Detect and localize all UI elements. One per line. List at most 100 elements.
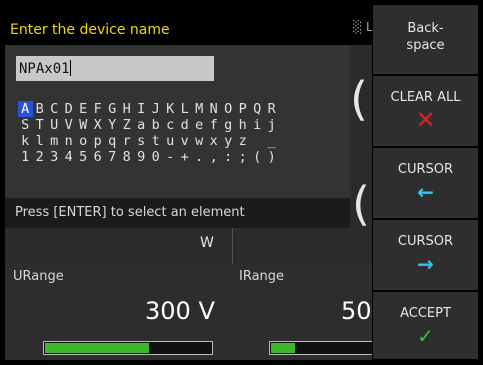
charmap-char[interactable]: H	[120, 101, 135, 117]
charmap-char[interactable]: Z	[120, 117, 135, 133]
charmap-char[interactable]: +	[178, 149, 193, 165]
charmap-char[interactable]: h	[236, 117, 251, 133]
charmap-char[interactable]: i	[250, 117, 265, 133]
charmap-char[interactable]: N	[207, 101, 222, 117]
charmap-char[interactable]: G	[105, 101, 120, 117]
device-name-dialog: Enter the device name NPAx01 ABCDEFGHIJK…	[5, 5, 350, 228]
charmap-char[interactable]: M	[192, 101, 207, 117]
charmap-char[interactable]: 3	[47, 149, 62, 165]
charmap-char[interactable]: B	[33, 101, 48, 117]
arrow-right-icon: →	[417, 252, 434, 276]
charmap-char[interactable]: w	[192, 133, 207, 149]
urange-label: URange	[13, 269, 64, 284]
charmap-char[interactable]: I	[134, 101, 149, 117]
charmap-char[interactable]: p	[91, 133, 106, 149]
charmap-char[interactable]: d	[178, 117, 193, 133]
cursor-right-softkey[interactable]: CURSOR →	[372, 220, 478, 291]
unit-label: W	[200, 235, 214, 251]
charmap-char[interactable]: 0	[149, 149, 164, 165]
clear-all-label: CLEAR ALL	[390, 90, 461, 105]
charmap-char[interactable]: n	[62, 133, 77, 149]
charmap-char[interactable]: ,	[207, 149, 222, 165]
charmap-char[interactable]: o	[76, 133, 91, 149]
cursor-right-label: CURSOR	[397, 234, 454, 249]
charmap-char[interactable]: R	[265, 101, 280, 117]
header-fragment: ░ L	[353, 20, 373, 34]
charmap-char[interactable]: J	[149, 101, 164, 117]
charmap-char[interactable]: O	[221, 101, 236, 117]
cursor-left-label: CURSOR	[397, 162, 454, 177]
charmap-char[interactable]: 4	[62, 149, 77, 165]
charmap-char[interactable]: (	[250, 149, 265, 165]
backspace-label: Back-space	[406, 21, 445, 53]
charmap-char[interactable]: z	[236, 133, 251, 149]
charmap-row: STUVWXYZabcdefghij	[18, 117, 279, 133]
clear-all-softkey[interactable]: CLEAR ALL ✕	[372, 76, 478, 147]
charmap-char[interactable]: X	[91, 117, 106, 133]
urange-bar	[43, 341, 213, 355]
irange-value: 50	[341, 297, 372, 325]
charmap-char[interactable]: -	[163, 149, 178, 165]
softkey-column: Back-space CLEAR ALL ✕ CURSOR ← CURSOR →…	[372, 5, 478, 360]
charmap-char[interactable]: ;	[236, 149, 251, 165]
charmap-char[interactable]: j	[265, 117, 280, 133]
charmap-char[interactable]: c	[163, 117, 178, 133]
accept-softkey[interactable]: ACCEPT ✓	[372, 292, 478, 360]
charmap-char[interactable]: r	[120, 133, 135, 149]
charmap-char[interactable]: 5	[76, 149, 91, 165]
charmap-char[interactable]: T	[33, 117, 48, 133]
charmap-char[interactable]: K	[163, 101, 178, 117]
charmap-char[interactable]: P	[236, 101, 251, 117]
charmap-char[interactable]	[250, 133, 265, 149]
charmap-char[interactable]: m	[47, 133, 62, 149]
device-name-input[interactable]: NPAx01	[16, 56, 214, 81]
charmap-char[interactable]: 8	[120, 149, 135, 165]
charmap-char[interactable]: s	[134, 133, 149, 149]
charmap-char[interactable]: U	[47, 117, 62, 133]
device-name-value: NPAx01	[19, 61, 70, 77]
charmap-char[interactable]: D	[62, 101, 77, 117]
charmap-char[interactable]: Y	[105, 117, 120, 133]
charmap-char[interactable]: Q	[250, 101, 265, 117]
charmap-char[interactable]: 9	[134, 149, 149, 165]
charmap-char[interactable]: k	[18, 133, 33, 149]
charmap-char[interactable]: x	[207, 133, 222, 149]
charmap-char[interactable]: 7	[105, 149, 120, 165]
charmap-char[interactable]: A	[18, 101, 33, 117]
check-icon: ✓	[417, 324, 434, 348]
charmap-char[interactable]: )	[265, 149, 280, 165]
charmap-char[interactable]: E	[76, 101, 91, 117]
cursor-left-softkey[interactable]: CURSOR ←	[372, 148, 478, 219]
charmap-char[interactable]: u	[163, 133, 178, 149]
charmap-char[interactable]: 6	[91, 149, 106, 165]
charmap-row: klmnopqrstuvwxyz _	[18, 133, 279, 149]
charmap-char[interactable]: g	[221, 117, 236, 133]
charmap-char[interactable]: :	[221, 149, 236, 165]
dialog-title: Enter the device name	[10, 22, 170, 38]
charmap-char[interactable]: a	[134, 117, 149, 133]
charmap-char[interactable]: f	[207, 117, 222, 133]
charmap-char[interactable]: W	[76, 117, 91, 133]
charmap-char[interactable]: S	[18, 117, 33, 133]
charmap-char[interactable]: t	[149, 133, 164, 149]
charmap-char[interactable]: _	[265, 133, 280, 149]
value-fragment: (	[350, 72, 368, 126]
charmap-char[interactable]: 1	[18, 149, 33, 165]
charmap-char[interactable]: L	[178, 101, 193, 117]
dialog-hint: Press [ENTER] to select an element	[5, 198, 350, 228]
charmap-char[interactable]: V	[62, 117, 77, 133]
charmap-char[interactable]: y	[221, 133, 236, 149]
text-caret	[69, 60, 71, 76]
backspace-softkey[interactable]: Back-space	[372, 5, 478, 75]
charmap-char[interactable]: C	[47, 101, 62, 117]
charmap-char[interactable]: e	[192, 117, 207, 133]
charmap-char[interactable]: b	[149, 117, 164, 133]
urange-panel: URange 300 V	[5, 264, 231, 360]
charmap-char[interactable]: 2	[33, 149, 48, 165]
charmap-char[interactable]: F	[91, 101, 106, 117]
charmap-char[interactable]: v	[178, 133, 193, 149]
charmap-char[interactable]: l	[33, 133, 48, 149]
urange-value: 300 V	[145, 297, 215, 325]
charmap-char[interactable]: q	[105, 133, 120, 149]
charmap-char[interactable]: .	[192, 149, 207, 165]
